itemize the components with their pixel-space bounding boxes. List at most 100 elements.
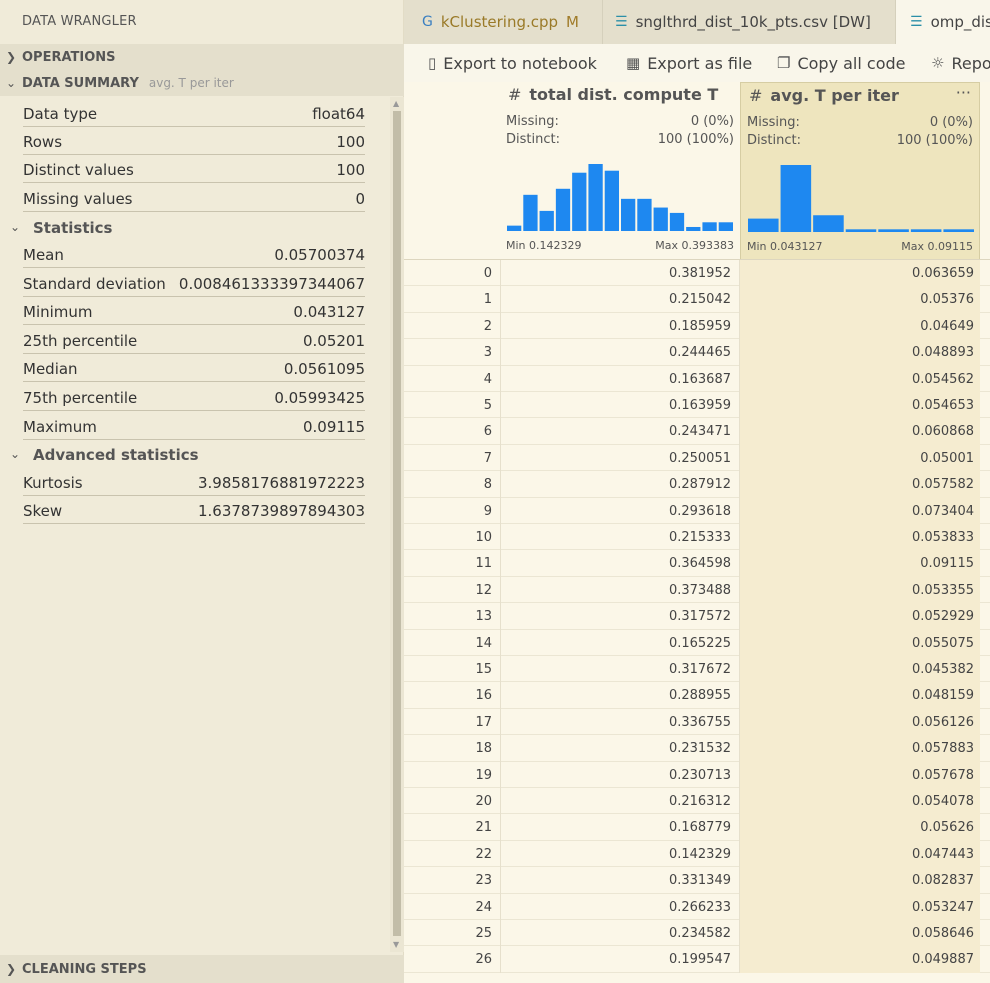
table-row[interactable]: 12 0.373488 0.053355 [404,576,990,604]
sidebar-scrollbar[interactable]: ▲ ▼ [390,97,404,952]
cell-total-dist[interactable]: 0.231532 [500,735,740,762]
table-row[interactable]: 11 0.364598 0.09115 [404,550,990,577]
cell-total-dist[interactable]: 0.163959 [500,392,740,419]
data-summary-section-header[interactable]: ⌄ DATA SUMMARY avg. T per iter [0,70,404,96]
column-header-avg-t[interactable]: # avg. T per iter ··· Missing: 0 (0%) Dis… [740,82,980,260]
cell-total-dist[interactable]: 0.168779 [500,814,740,841]
cell-avg-t[interactable]: 0.060868 [740,418,980,445]
cell-total-dist[interactable]: 0.142329 [500,840,740,868]
table-row[interactable]: 9 0.293618 0.073404 [404,497,990,524]
cell-avg-t[interactable]: 0.054078 [740,788,980,815]
cell-avg-t[interactable]: 0.09115 [740,550,980,577]
table-row[interactable]: 19 0.230713 0.057678 [404,761,990,788]
cell-avg-t[interactable]: 0.047443 [740,840,980,868]
cell-total-dist[interactable]: 0.336755 [500,708,740,736]
table-row[interactable]: 7 0.250051 0.05001 [404,444,990,472]
cell-avg-t[interactable]: 0.057678 [740,761,980,788]
cell-avg-t[interactable]: 0.053247 [740,893,980,920]
table-row[interactable]: 26 0.199547 0.049887 [404,946,990,973]
tab-snglthrd-csv[interactable]: ☰ snglthrd_dist_10k_pts.csv [DW] [603,0,896,44]
cell-avg-t[interactable]: 0.073404 [740,497,980,524]
table-row[interactable]: 2 0.185959 0.04649 [404,312,990,340]
cell-total-dist[interactable]: 0.287912 [500,471,740,498]
cell-avg-t[interactable]: 0.05376 [740,286,980,313]
cell-avg-t[interactable]: 0.053833 [740,524,980,551]
more-options-icon[interactable]: ··· [956,83,971,102]
export-as-file-button[interactable]: ▦ Export as file [626,44,752,82]
cell-total-dist[interactable]: 0.250051 [500,444,740,472]
cell-total-dist[interactable]: 0.215333 [500,524,740,551]
cell-total-dist[interactable]: 0.381952 [500,260,740,287]
table-row[interactable]: 5 0.163959 0.054653 [404,392,990,419]
cell-avg-t[interactable]: 0.04649 [740,312,980,340]
cell-avg-t[interactable]: 0.05626 [740,814,980,841]
table-row[interactable]: 4 0.163687 0.054562 [404,365,990,392]
export-to-notebook-button[interactable]: ▯ Export to notebook [428,44,597,82]
table-row[interactable]: 23 0.331349 0.082837 [404,867,990,894]
cell-total-dist[interactable]: 0.364598 [500,550,740,577]
cell-avg-t[interactable]: 0.054562 [740,365,980,392]
report-button[interactable]: ☼ Repo [931,44,990,82]
cell-total-dist[interactable]: 0.288955 [500,682,740,709]
table-row[interactable]: 13 0.317572 0.052929 [404,603,990,630]
cell-total-dist[interactable]: 0.317572 [500,603,740,630]
cell-total-dist[interactable]: 0.199547 [500,946,740,973]
scroll-down-icon[interactable]: ▼ [393,940,399,949]
cell-total-dist[interactable]: 0.216312 [500,788,740,815]
table-row[interactable]: 14 0.165225 0.055075 [404,629,990,656]
cell-avg-t[interactable]: 0.057883 [740,735,980,762]
cell-total-dist[interactable]: 0.230713 [500,761,740,788]
cell-avg-t[interactable]: 0.045382 [740,656,980,683]
cell-avg-t[interactable]: 0.05001 [740,444,980,472]
table-row[interactable]: 15 0.317672 0.045382 [404,656,990,683]
table-row[interactable]: 8 0.287912 0.057582 [404,471,990,498]
copy-all-code-button[interactable]: ❐ Copy all code [777,44,906,82]
table-row[interactable]: 0 0.381952 0.063659 [404,260,990,287]
cell-total-dist[interactable]: 0.317672 [500,656,740,683]
cell-avg-t[interactable]: 0.056126 [740,708,980,736]
cell-avg-t[interactable]: 0.052929 [740,603,980,630]
cell-total-dist[interactable]: 0.215042 [500,286,740,313]
table-row[interactable]: 16 0.288955 0.048159 [404,682,990,709]
table-row[interactable]: 10 0.215333 0.053833 [404,524,990,551]
cell-total-dist[interactable]: 0.243471 [500,418,740,445]
cell-total-dist[interactable]: 0.373488 [500,576,740,604]
scroll-up-icon[interactable]: ▲ [393,99,399,108]
table-row[interactable]: 6 0.243471 0.060868 [404,418,990,445]
column-header-total-dist[interactable]: # total dist. compute T Missing: 0 (0%) D… [500,82,740,260]
cell-avg-t[interactable]: 0.057582 [740,471,980,498]
cell-avg-t[interactable]: 0.082837 [740,867,980,894]
advanced-statistics-header[interactable]: ⌄ Advanced statistics [0,443,390,469]
cell-total-dist[interactable]: 0.185959 [500,312,740,340]
table-row[interactable]: 22 0.142329 0.047443 [404,840,990,868]
table-row[interactable]: 25 0.234582 0.058646 [404,920,990,947]
cell-avg-t[interactable]: 0.048159 [740,682,980,709]
cell-avg-t[interactable]: 0.048893 [740,339,980,366]
table-row[interactable]: 1 0.215042 0.05376 [404,286,990,313]
table-row[interactable]: 24 0.266233 0.053247 [404,893,990,920]
cell-avg-t[interactable]: 0.054653 [740,392,980,419]
cell-total-dist[interactable]: 0.244465 [500,339,740,366]
cell-avg-t[interactable]: 0.058646 [740,920,980,947]
cell-avg-t[interactable]: 0.049887 [740,946,980,973]
operations-section-header[interactable]: ❯ OPERATIONS [0,44,404,70]
cell-total-dist[interactable]: 0.165225 [500,629,740,656]
cell-avg-t[interactable]: 0.055075 [740,629,980,656]
cell-total-dist[interactable]: 0.331349 [500,867,740,894]
table-row[interactable]: 21 0.168779 0.05626 [404,814,990,841]
table-row[interactable]: 20 0.216312 0.054078 [404,788,990,815]
cell-total-dist[interactable]: 0.266233 [500,893,740,920]
scroll-thumb[interactable] [393,111,401,936]
cell-total-dist[interactable]: 0.163687 [500,365,740,392]
cell-total-dist[interactable]: 0.234582 [500,920,740,947]
cell-total-dist[interactable]: 0.293618 [500,497,740,524]
cleaning-steps-section-header[interactable]: ❯ CLEANING STEPS [0,955,404,983]
cell-avg-t[interactable]: 0.053355 [740,576,980,604]
table-row[interactable]: 17 0.336755 0.056126 [404,708,990,736]
statistics-header[interactable]: ⌄ Statistics [0,216,390,242]
tab-omp-dist[interactable]: ☰ omp_dis [896,0,990,44]
table-row[interactable]: 18 0.231532 0.057883 [404,735,990,762]
tab-kclustering[interactable]: G kClustering.cpp M [404,0,603,44]
table-row[interactable]: 3 0.244465 0.048893 [404,339,990,366]
cell-avg-t[interactable]: 0.063659 [740,260,980,287]
